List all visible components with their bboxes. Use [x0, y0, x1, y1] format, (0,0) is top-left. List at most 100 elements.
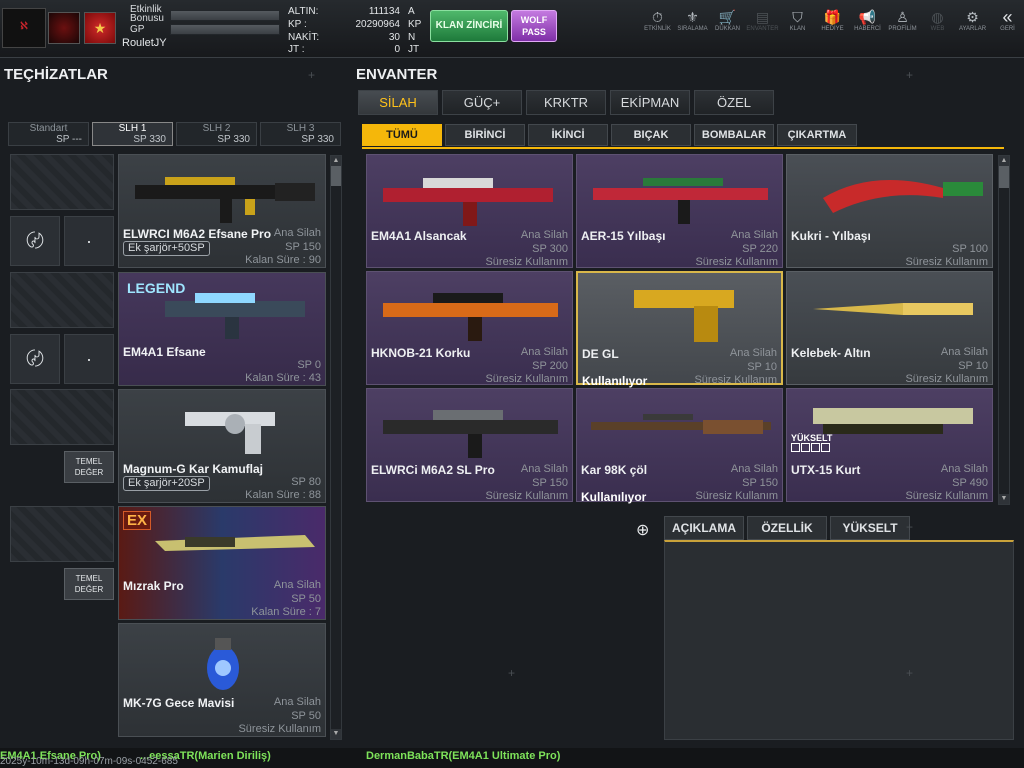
nav-haberci[interactable]: 📢 HABERCİ	[850, 8, 885, 32]
loadout-name: Standart	[29, 123, 68, 134]
tab-silah[interactable]: SİLAH	[358, 90, 438, 115]
base-value-line2: DEĞER	[74, 468, 104, 477]
inventory-scrollbar[interactable]: ▲ ▼	[998, 155, 1010, 505]
scroll-up-icon[interactable]: ▲	[999, 156, 1009, 166]
tab-ozellik[interactable]: ÖZELLİK	[747, 516, 827, 540]
nav-siralama[interactable]: ⚜ SIRALAMA	[675, 8, 710, 32]
nav-envanter[interactable]: ▤ ENVANTER	[745, 8, 780, 32]
legend-rifle-image: LEGEND	[127, 280, 305, 339]
profile-icon: ♙	[896, 9, 909, 25]
inventory-item[interactable]: AER-15 Yılbaşı Ana Silah SP 220 Süresiz …	[576, 154, 783, 268]
currency-unit: A	[408, 6, 415, 17]
nav-dukkan[interactable]: 🛒 DÜKKAN	[710, 8, 745, 32]
base-value-line1: TEMEL	[75, 457, 103, 466]
wolf-pass-line1: WOLF	[520, 15, 548, 25]
scroll-down-icon[interactable]: ▼	[331, 729, 341, 739]
detail-panel	[664, 540, 1014, 740]
inventory-item[interactable]: HKNOB-21 Korku Ana Silah SP 200 Süresiz …	[366, 271, 573, 385]
item-sp: SP 150	[285, 241, 321, 253]
base-value-button[interactable]: TEMEL DEĞER	[64, 451, 114, 483]
reload-icon[interactable]: 〄	[10, 334, 60, 384]
nav-etkinlik[interactable]: ⏱ ETKİNLİK	[640, 8, 675, 32]
empty-slot[interactable]	[10, 272, 114, 328]
subtab-ikinci[interactable]: İKİNCİ	[528, 124, 608, 146]
in-use-label: Kullanılıyor	[581, 490, 647, 504]
inventory-item[interactable]: Kelebek- Altın Ana Silah SP 10 Süresiz K…	[786, 271, 993, 385]
loadout-tab-slh2[interactable]: SLH 2 SP 330	[176, 122, 257, 146]
subtab-bombalar[interactable]: BOMBALAR	[694, 124, 774, 146]
item-sp: SP 300	[532, 243, 568, 255]
item-name: Kukri - Yılbaşı	[791, 229, 871, 243]
scroll-up-icon[interactable]: ▲	[331, 156, 341, 166]
clan-emblem[interactable]	[48, 12, 80, 44]
item-type: Ana Silah	[730, 463, 778, 475]
dot-button[interactable]: ·	[64, 334, 114, 384]
tab-krktr[interactable]: KRKTR	[526, 90, 606, 115]
subtab-underline	[362, 147, 1004, 149]
tab-guc[interactable]: GÜÇ+	[442, 90, 522, 115]
subtab-bicak[interactable]: BIÇAK	[611, 124, 691, 146]
item-remaining: Süresiz Kullanım	[694, 374, 777, 386]
item-type: Ana Silah	[520, 463, 568, 475]
equipment-panel: Standart SP --- SLH 1 SP 330 SLH 2 SP 330 S…	[8, 122, 344, 742]
tab-aciklama[interactable]: AÇIKLAMA	[664, 516, 744, 540]
rifle-image	[383, 410, 558, 458]
scroll-down-icon[interactable]: ▼	[999, 494, 1009, 504]
equipment-scrollbar[interactable]: ▲ ▼	[330, 155, 342, 740]
equipped-item-card[interactable]: LEGEND EM4A1 Efsane SP 0 Kalan Süre : 43	[118, 272, 326, 386]
inventory-item-selected[interactable]: DE GL Ana Silah SP 10 Kullanılıyor Süres…	[576, 271, 783, 388]
nav-klan[interactable]: ⛉ KLAN	[780, 8, 815, 32]
item-name: UTX-15 Kurt	[791, 463, 861, 477]
nav-geri[interactable]: «GERİ	[990, 8, 1024, 32]
clan-chain-button[interactable]: KLAN ZİNCİRİ	[430, 10, 508, 42]
dot-button[interactable]: ·	[64, 216, 114, 266]
magnify-plus-icon[interactable]: ⊕	[636, 520, 656, 540]
inventory-item[interactable]: Kukri - Yılbaşı SP 100 Süresiz Kullanım	[786, 154, 993, 268]
loadout-tab-slh3[interactable]: SLH 3 SP 330	[260, 122, 341, 146]
loadout-tab-standart[interactable]: Standart SP ---	[8, 122, 89, 146]
equipped-item-card[interactable]: ELWRCI M6A2 Efsane Pro Ana Silah Ek şarj…	[118, 154, 326, 268]
gift-icon: 🎁	[823, 9, 842, 25]
wolf-pass-button[interactable]: WOLF PASS	[511, 10, 557, 42]
tab-yukselt[interactable]: YÜKSELT	[830, 516, 910, 540]
inventory-item[interactable]: Kar 98K çöl Ana Silah SP 150 Kullanılıyo…	[576, 388, 783, 504]
loadout-tab-slh1[interactable]: SLH 1 SP 330	[92, 122, 173, 146]
nav-ayarlar[interactable]: ⚙ AYARLAR	[955, 8, 990, 32]
empty-slot[interactable]	[10, 389, 114, 445]
equipped-item-card[interactable]: Magnum-G Kar Kamuflaj Ek şarjör+20SP SP …	[118, 389, 326, 503]
tab-ekipman[interactable]: EKİPMAN	[610, 90, 690, 115]
inventory-item[interactable]: EM4A1 Alsancak Ana Silah SP 300 Süresiz …	[366, 154, 573, 268]
megaphone-icon: 📢	[858, 9, 877, 25]
empty-slot[interactable]	[10, 506, 114, 562]
base-value-line1: TEMEL	[75, 574, 103, 583]
subtab-birinci[interactable]: BİRİNCİ	[445, 124, 525, 146]
item-remaining: Süresiz Kullanım	[695, 256, 778, 268]
item-type: Ana Silah	[273, 227, 321, 239]
inventory-item[interactable]: ELWRCi M6A2 SL Pro Ana Silah SP 150 Süre…	[366, 388, 573, 502]
scroll-thumb[interactable]	[331, 166, 341, 186]
item-remaining: Süresiz Kullanım	[905, 256, 988, 268]
upgrade-label: YÜKSELT	[791, 433, 833, 443]
equipment-slot-pistol: TEMEL DEĞER Magnum-G Kar Kamuflaj Ek şarj…	[10, 389, 330, 503]
medal-icon: ⚜	[686, 9, 699, 25]
rifle-image	[383, 293, 558, 341]
reload-icon[interactable]: 〄	[10, 216, 60, 266]
rank-badge[interactable]: ★	[84, 12, 116, 44]
base-value-button[interactable]: TEMEL DEĞER	[64, 568, 114, 600]
nav-hediye[interactable]: 🎁 HEDİYE	[815, 8, 850, 32]
inventory-main-tabs: SİLAH GÜÇ+ KRKTR EKİPMAN ÖZEL	[358, 90, 778, 115]
tab-ozel[interactable]: ÖZEL	[694, 90, 774, 115]
equipped-item-card[interactable]: MK-7G Gece Mavisi Ana Silah SP 50 Süresi…	[118, 623, 326, 737]
subtab-tumu[interactable]: TÜMÜ	[362, 124, 442, 146]
inventory-item[interactable]: YÜKSELT UTX-15 Kurt Ana Silah SP 490 Sür…	[786, 388, 993, 502]
nav-web[interactable]: ◍ WEB	[920, 8, 955, 32]
back-icon: «	[1002, 7, 1013, 27]
empty-slot[interactable]	[10, 154, 114, 210]
equipped-item-card[interactable]: EX Mızrak Pro Ana Silah SP 50 Kalan Süre…	[118, 506, 326, 620]
currency-value: 0	[394, 44, 400, 55]
scroll-thumb[interactable]	[999, 166, 1009, 188]
item-sp: SP 100	[952, 243, 988, 255]
sniper-image	[591, 414, 771, 434]
nav-profilim[interactable]: ♙ PROFİLİM	[885, 8, 920, 32]
subtab-cikartma[interactable]: ÇIKARTMA	[777, 124, 857, 146]
